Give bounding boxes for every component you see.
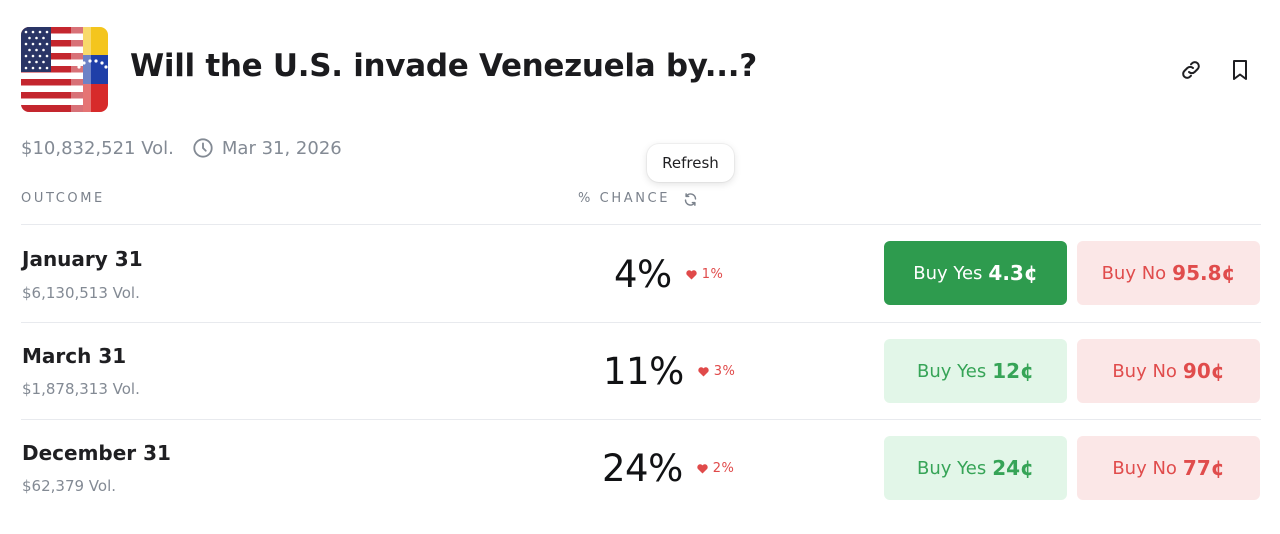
outcome-row: December 31 $62,379 Vol. 24% 2% Buy Yes …	[0, 420, 1280, 517]
outcome-label: March 31	[22, 344, 127, 368]
heart-down-icon	[686, 269, 697, 280]
heart-down-icon	[697, 463, 708, 474]
outcome-volume: $6,130,513 Vol.	[22, 284, 140, 302]
chance-group: 4% 1%	[614, 253, 723, 296]
buy-no-button[interactable]: Buy No 77¢	[1077, 436, 1260, 500]
no-price: 77¢	[1182, 456, 1225, 480]
end-date: Mar 31, 2026	[221, 137, 342, 159]
chance-value: 24%	[602, 447, 683, 490]
us-venezuela-flag-icon	[21, 27, 108, 112]
clock-icon	[192, 137, 214, 159]
heart-down-icon	[698, 366, 709, 377]
buy-no-label: Buy No	[1112, 457, 1177, 479]
chance-group: 11% 3%	[603, 350, 735, 393]
delta-value: 3%	[713, 364, 736, 379]
buy-no-label: Buy No	[1112, 360, 1177, 382]
outcome-volume: $1,878,313 Vol.	[22, 380, 140, 398]
outcome-volume: $62,379 Vol.	[22, 477, 117, 495]
total-volume: $10,832,521 Vol.	[21, 137, 174, 159]
chance-delta: 3%	[698, 364, 736, 379]
yes-price: 24¢	[992, 456, 1034, 480]
link-icon[interactable]	[1179, 58, 1203, 82]
chance-column-header: % CHANCE	[578, 191, 671, 206]
no-price: 90¢	[1182, 359, 1225, 383]
bookmark-icon[interactable]	[1228, 58, 1252, 82]
refresh-tooltip: Refresh	[647, 144, 734, 182]
delta-value: 2%	[712, 461, 735, 476]
market-meta: $10,832,521 Vol. Mar 31, 2026	[21, 136, 342, 160]
page-title: Will the U.S. invade Venezuela by...?	[130, 48, 757, 84]
buy-yes-button[interactable]: Buy Yes 12¢	[884, 339, 1067, 403]
no-price: 95.8¢	[1172, 261, 1236, 285]
buy-no-button[interactable]: Buy No 95.8¢	[1077, 241, 1260, 305]
chance-value: 11%	[603, 350, 684, 393]
yes-price: 4.3¢	[988, 261, 1038, 285]
chance-delta: 1%	[686, 267, 724, 282]
outcome-row: January 31 $6,130,513 Vol. 4% 1% Buy Yes…	[0, 225, 1280, 322]
chance-delta: 2%	[697, 461, 735, 476]
buy-yes-label: Buy Yes	[917, 457, 987, 479]
buy-yes-label: Buy Yes	[917, 360, 987, 382]
outcome-row: March 31 $1,878,313 Vol. 11% 3% Buy Yes …	[0, 323, 1280, 420]
outcome-label: January 31	[22, 247, 143, 271]
outcome-column-header: OUTCOME	[21, 191, 105, 206]
delta-value: 1%	[701, 267, 724, 282]
buy-no-label: Buy No	[1101, 262, 1167, 284]
buy-yes-label: Buy Yes	[913, 262, 983, 284]
buy-yes-button[interactable]: Buy Yes 4.3¢	[884, 241, 1067, 305]
chance-group: 24% 2%	[602, 447, 734, 490]
yes-price: 12¢	[992, 359, 1034, 383]
chance-value: 4%	[614, 253, 672, 296]
buy-yes-button[interactable]: Buy Yes 24¢	[884, 436, 1067, 500]
refresh-icon[interactable]	[683, 192, 698, 211]
outcome-label: December 31	[22, 441, 171, 465]
buy-no-button[interactable]: Buy No 90¢	[1077, 339, 1260, 403]
